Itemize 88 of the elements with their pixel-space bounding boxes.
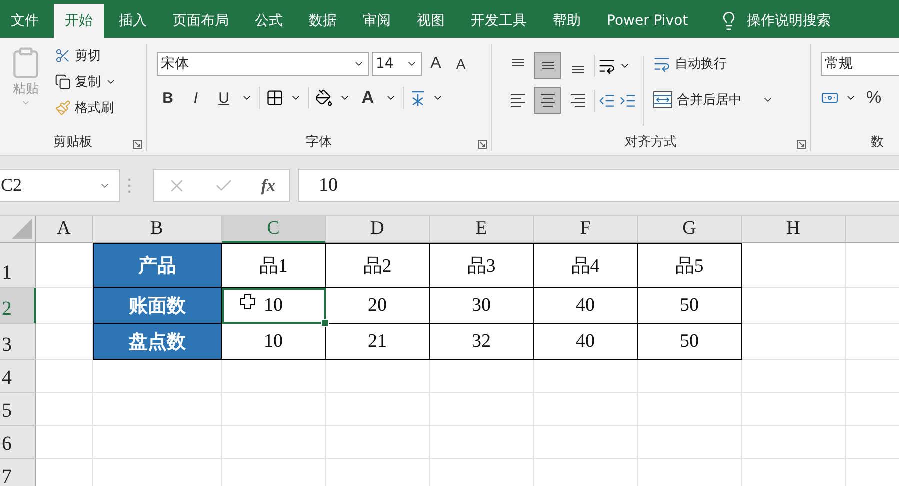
align-button[interactable] [534, 52, 561, 79]
ribbon-tab[interactable]: 视图 [406, 4, 456, 38]
table-cell: 50 [638, 324, 742, 360]
scissors-icon [55, 48, 71, 64]
align-center-icon [540, 94, 554, 107]
ribbon-tab[interactable]: 开发工具 [460, 4, 538, 38]
wrap-text-icon [653, 55, 671, 73]
table-cell: 品4 [534, 243, 638, 288]
align-top-icon [512, 59, 524, 66]
cursor-icon [240, 294, 256, 310]
column-header[interactable]: A [36, 216, 93, 243]
font-color-button[interactable]: A [357, 86, 379, 110]
ribbon-tab[interactable]: 审阅 [352, 4, 402, 38]
paintbrush-icon [55, 100, 71, 116]
fill-handle[interactable] [321, 319, 329, 327]
name-box[interactable]: C2 [0, 169, 120, 202]
ribbon-tab[interactable]: 文件 [0, 4, 50, 38]
cut-button[interactable]: 剪切 [52, 44, 120, 68]
table-cell: 40 [534, 288, 638, 324]
ribbon-tab[interactable]: 插入 [108, 4, 158, 38]
row-header[interactable]: 4 [0, 360, 36, 393]
table-cell: 30 [430, 288, 534, 324]
table-cell: 品5 [638, 243, 742, 288]
align-right-icon [570, 94, 584, 107]
ribbon-tab[interactable]: 帮助 [542, 4, 592, 38]
ribbon-tab[interactable]: 公式 [244, 4, 294, 38]
ribbon-tab[interactable]: Power Pivot [596, 4, 700, 38]
copy-button[interactable]: 复制 [52, 70, 120, 94]
column-header[interactable]: B [93, 216, 222, 243]
grip-icon [128, 178, 131, 194]
wrap-text-button[interactable]: 自动换行 [650, 52, 777, 76]
number-format-field[interactable]: 常规 [821, 52, 899, 76]
format-painter-button[interactable]: 格式刷 [52, 96, 120, 120]
font-size-field[interactable]: 14 [372, 52, 422, 76]
column-header[interactable]: E [430, 216, 534, 243]
align-bottom-icon [572, 66, 584, 73]
ribbon-tab[interactable]: 数据 [298, 4, 348, 38]
merge-center-button[interactable]: 合并后居中 [650, 88, 777, 112]
table-cell: 账面数 [93, 288, 222, 324]
fill-color-icon [315, 89, 333, 107]
italic-button[interactable]: I [185, 86, 207, 110]
table-cell: 10 [222, 324, 326, 360]
font-name-field[interactable]: 宋体 [157, 52, 369, 76]
ribbon-tab[interactable]: 页面布局 [162, 4, 240, 38]
table-cell: 32 [430, 324, 534, 360]
row-header[interactable]: 6 [0, 426, 36, 459]
column-header[interactable]: F [534, 216, 638, 243]
copy-icon [55, 74, 71, 90]
percent-button[interactable]: % [863, 86, 885, 110]
formula-input[interactable]: 10 [298, 169, 899, 202]
group-label: 字体 [306, 134, 332, 151]
tell-me-search[interactable]: 操作说明搜索 [747, 12, 832, 30]
table-cell: 品1 [222, 243, 326, 288]
group-label: 对齐方式 [625, 134, 677, 151]
align-middle-icon [542, 62, 554, 69]
insert-function-button[interactable]: fx [261, 176, 276, 196]
ribbon-tab[interactable]: 开始 [54, 4, 104, 38]
group-label: 剪贴板 [54, 134, 92, 151]
bold-button[interactable]: B [157, 86, 179, 110]
group-label: 数 [870, 134, 884, 151]
dialog-launcher-icon[interactable] [478, 140, 487, 149]
row-header[interactable]: 5 [0, 393, 36, 426]
shrink-font-button[interactable]: A [450, 52, 472, 76]
table-cell: 10 [222, 288, 326, 324]
row-header[interactable]: 1 [0, 243, 36, 288]
row-header[interactable]: 7 [0, 459, 36, 486]
row-header[interactable]: 3 [0, 324, 36, 360]
table-cell: 20 [326, 288, 430, 324]
table-cell: 产品 [93, 243, 222, 288]
dialog-launcher-icon[interactable] [797, 140, 806, 149]
align-button[interactable] [534, 87, 561, 114]
table-cell: 盘点数 [93, 324, 222, 360]
row-header[interactable]: 2 [0, 288, 36, 324]
borders-icon [266, 89, 284, 107]
underline-button[interactable]: U [213, 86, 235, 110]
table-cell: 品3 [430, 243, 534, 288]
merge-cells-icon [653, 91, 673, 109]
column-header[interactable]: C [222, 216, 326, 243]
table-cell: 品2 [326, 243, 430, 288]
column-header[interactable]: D [326, 216, 430, 243]
align-left-icon [510, 94, 524, 107]
column-header[interactable]: H [742, 216, 846, 243]
dialog-launcher-icon[interactable] [133, 140, 142, 149]
table-cell: 21 [326, 324, 430, 360]
grow-font-button[interactable]: A [425, 52, 447, 76]
table-cell: 40 [534, 324, 638, 360]
table-cell: 50 [638, 288, 742, 324]
column-header[interactable]: G [638, 216, 742, 243]
